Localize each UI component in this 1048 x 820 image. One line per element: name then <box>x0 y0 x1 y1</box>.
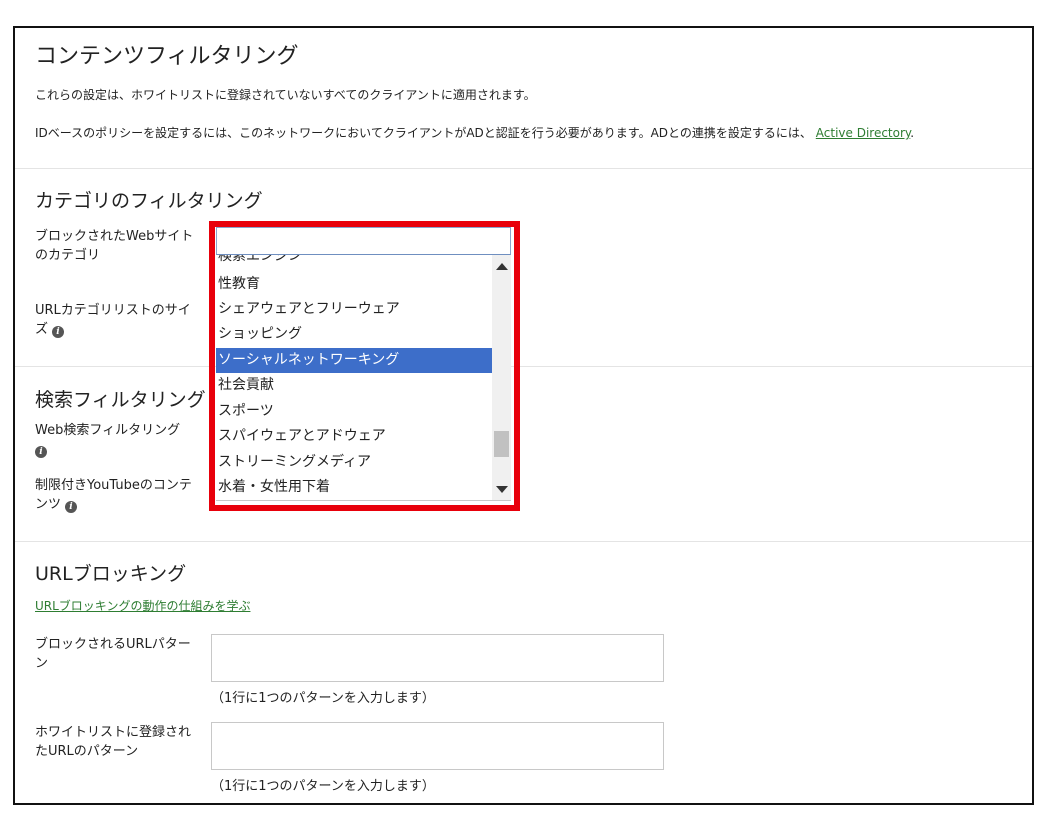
ad-description-suffix: . <box>910 126 915 140</box>
scroll-up-arrow-icon[interactable] <box>496 263 508 270</box>
url-list-size-label: URLカテゴリリストのサイズ i <box>35 301 195 339</box>
divider <box>15 541 1032 542</box>
category-option[interactable]: シェアウェアとフリーウェア <box>216 297 492 322</box>
scroll-down-arrow-icon[interactable] <box>496 486 508 493</box>
category-option[interactable]: ショッピング <box>216 322 492 347</box>
info-icon[interactable]: i <box>65 501 78 513</box>
web-search-filtering-label-text: Web検索フィルタリング <box>35 423 181 438</box>
divider <box>15 168 1032 169</box>
url-blocking-learn-link[interactable]: URLブロッキングの動作の仕組みを学ぶ <box>35 597 250 614</box>
web-search-filtering-label: Web検索フィルタリング i <box>35 421 195 459</box>
category-option-selected[interactable]: ソーシャルネットワーキング <box>216 348 492 373</box>
ad-description-text: IDベースのポリシーを設定するには、このネットワークにおいてクライアントがADと… <box>35 126 812 140</box>
category-option[interactable]: ストリーミングメディア <box>216 450 492 475</box>
category-option[interactable]: 検索エンジン <box>216 255 492 269</box>
youtube-restricted-label: 制限付きYouTubeのコンテンツ i <box>35 476 195 514</box>
page-title: コンテンツフィルタリング <box>35 44 299 69</box>
settings-panel: コンテンツフィルタリング これらの設定は、ホワイトリストに登録されていないすべて… <box>13 26 1034 805</box>
category-option[interactable]: スパイウェアとアドウェア <box>216 424 492 449</box>
blocked-url-patterns-label: ブロックされるURLパターン <box>35 637 191 671</box>
category-option[interactable]: 水着・女性用下着 <box>216 475 492 500</box>
blocked-patterns-hint: （1行に1つのパターンを入力します） <box>211 691 435 706</box>
search-filtering-title: 検索フィルタリング <box>35 389 206 411</box>
info-icon[interactable]: i <box>52 326 65 338</box>
blocked-categories-label: ブロックされたWebサイトのカテゴリ <box>35 229 194 263</box>
url-blocking-title: URLブロッキング <box>35 563 187 585</box>
youtube-restricted-label-text: 制限付きYouTubeのコンテンツ <box>35 478 192 512</box>
category-listbox[interactable]: 検索エンジン 性教育 シェアウェアとフリーウェア ショッピング ソーシャルネット… <box>216 255 511 501</box>
apply-description: これらの設定は、ホワイトリストに登録されていないすべてのクライアントに適用されま… <box>35 88 536 102</box>
category-option[interactable]: 社会貢献 <box>216 373 492 398</box>
listbox-scrollbar[interactable] <box>492 255 511 500</box>
scrollbar-thumb[interactable] <box>494 431 509 457</box>
whitelist-patterns-hint: （1行に1つのパターンを入力します） <box>211 779 435 794</box>
category-select-input[interactable] <box>216 227 511 255</box>
whitelist-url-patterns-textarea[interactable] <box>211 722 664 770</box>
info-icon[interactable]: i <box>35 446 47 458</box>
whitelist-url-patterns-label: ホワイトリストに登録されたURLのパターン <box>35 725 192 759</box>
ad-description: IDベースのポリシーを設定するには、このネットワークにおいてクライアントがADと… <box>35 124 914 141</box>
category-option[interactable]: 性教育 <box>216 272 492 297</box>
active-directory-link[interactable]: Active Directory <box>816 126 911 140</box>
category-filtering-title: カテゴリのフィルタリング <box>35 190 263 212</box>
divider <box>15 366 1032 367</box>
category-option[interactable]: スポーツ <box>216 399 492 424</box>
blocked-url-patterns-textarea[interactable] <box>211 634 664 682</box>
